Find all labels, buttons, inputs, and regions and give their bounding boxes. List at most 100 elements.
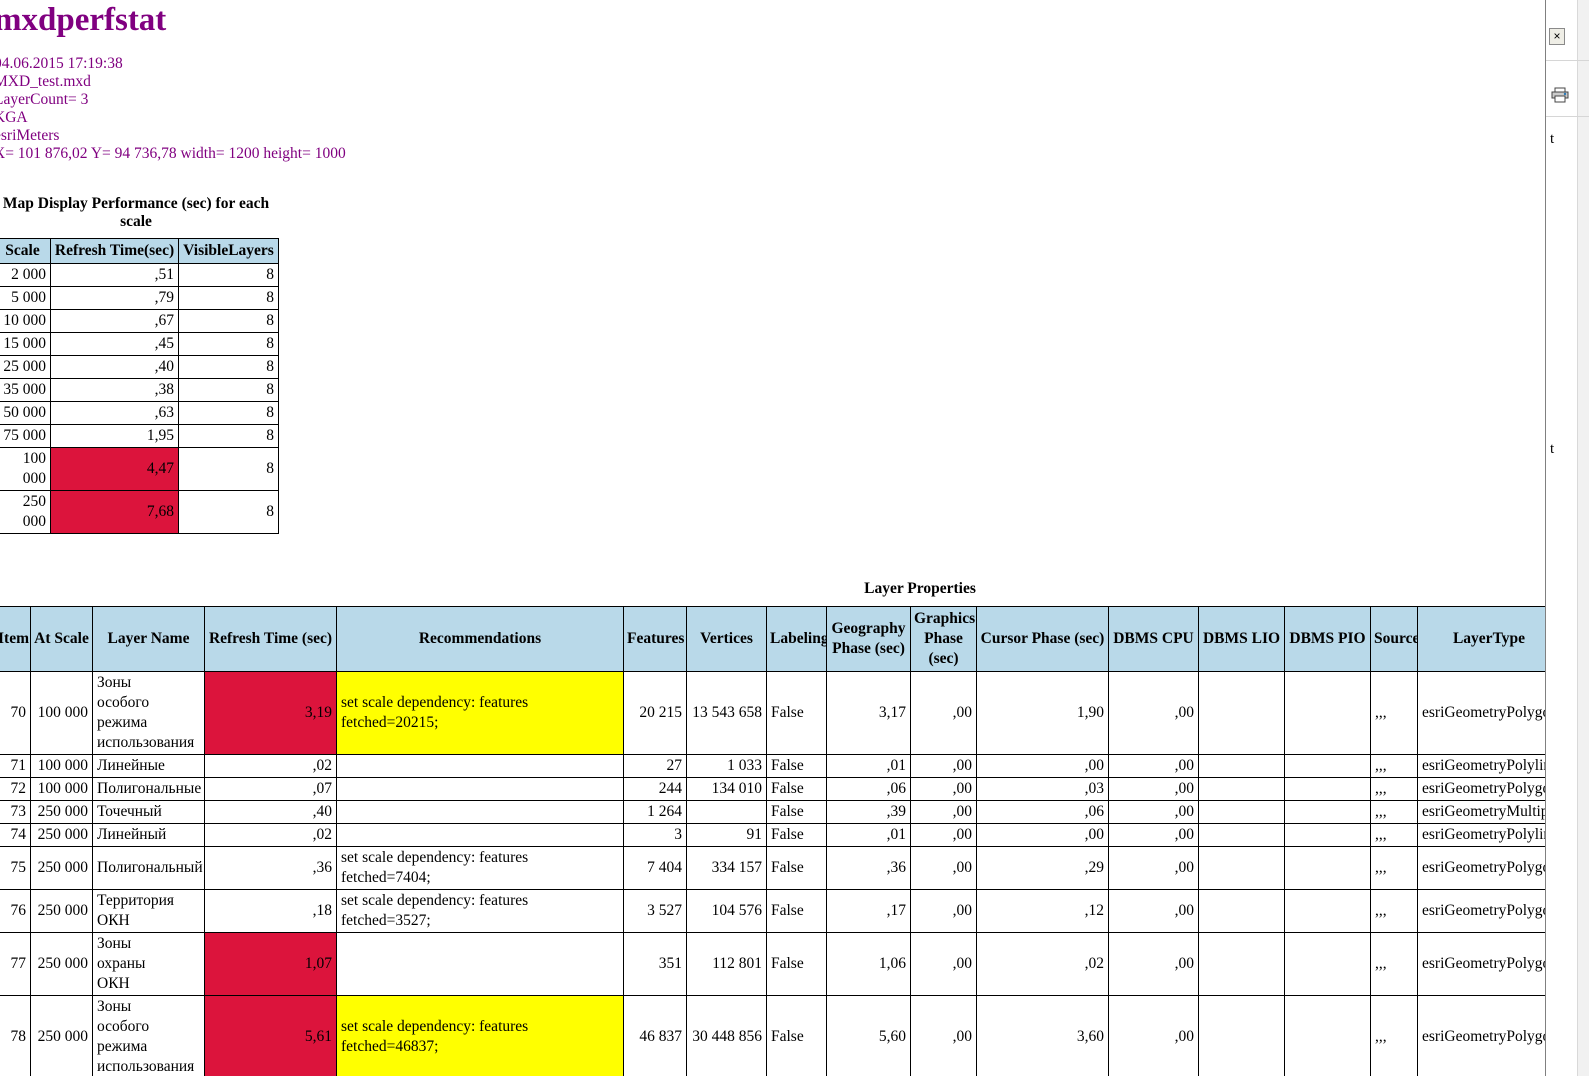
- layer-table-row: 77 250 000 Зоны охраны ОКН 1,07 351 112 …: [0, 933, 1561, 996]
- column-header-graphics-phase: Graphics Phase (sec): [911, 607, 977, 672]
- cell-cursor-phase: ,12: [977, 890, 1109, 933]
- cell-refresh-time: 3,19: [205, 672, 337, 755]
- refresh-time-value: ,45: [51, 333, 179, 356]
- cell-vertices: 112 801: [687, 933, 767, 996]
- scale-table-header-row: Scale Refresh Time(sec) VisibleLayers: [0, 239, 279, 264]
- cell-cursor-phase: 3,60: [977, 996, 1109, 1076]
- cell-layer-type: esriGeometryPolygon: [1418, 996, 1561, 1076]
- layer-table-row: 78 250 000 Зоны особого режима использов…: [0, 996, 1561, 1076]
- cell-at-scale: 100 000: [31, 755, 93, 778]
- scale-table-row: 10 000 ,67 8: [0, 310, 279, 333]
- cell-dbms-cpu: ,00: [1109, 933, 1199, 996]
- cell-at-scale: 250 000: [31, 933, 93, 996]
- refresh-time-value: ,63: [51, 402, 179, 425]
- layer-table-row: 71 100 000 Линейные ,02 27 1 033 False ,…: [0, 755, 1561, 778]
- cell-labeling: False: [767, 824, 827, 847]
- column-header-refresh-time: Refresh Time (sec): [205, 607, 337, 672]
- vertical-scrollbar[interactable]: [1577, 0, 1589, 1076]
- layer-table-row: 75 250 000 Полигональный ,36 set scale d…: [0, 847, 1561, 890]
- column-header-visible-layers: VisibleLayers: [179, 239, 279, 264]
- cell-cursor-phase: ,02: [977, 933, 1109, 996]
- cell-cursor-phase: ,00: [977, 824, 1109, 847]
- cell-vertices: 134 010: [687, 778, 767, 801]
- refresh-time-value: 7,68: [51, 491, 179, 534]
- cell-layer-name: Линейный: [93, 824, 205, 847]
- cell-layer-type: esriGeometryPolygon: [1418, 778, 1561, 801]
- cell-source: ,,,: [1371, 824, 1418, 847]
- cell-item: 78: [0, 996, 31, 1076]
- cell-layer-type: esriGeometryMultipoint: [1418, 801, 1561, 824]
- visible-layers-value: 8: [179, 379, 279, 402]
- column-header-layer-name: Layer Name: [93, 607, 205, 672]
- meta-datetime: 04.06.2015 17:19:38: [0, 55, 1589, 73]
- visible-layers-value: 8: [179, 402, 279, 425]
- cell-labeling: False: [767, 847, 827, 890]
- cell-at-scale: 250 000: [31, 996, 93, 1076]
- column-header-labeling: Labeling: [767, 607, 827, 672]
- cell-dbms-lio: [1199, 996, 1285, 1076]
- cell-features: 3 527: [624, 890, 687, 933]
- cell-graphics-phase: ,00: [911, 672, 977, 755]
- cell-dbms-cpu: ,00: [1109, 996, 1199, 1076]
- column-header-scale: Scale: [0, 239, 51, 264]
- cell-vertices: 104 576: [687, 890, 767, 933]
- printer-icon[interactable]: [1551, 87, 1569, 108]
- visible-layers-value: 8: [179, 333, 279, 356]
- cell-graphics-phase: ,00: [911, 890, 977, 933]
- cell-cursor-phase: ,06: [977, 801, 1109, 824]
- scale-value: 50 000: [0, 402, 51, 425]
- cell-layer-name: Линейные: [93, 755, 205, 778]
- visible-layers-value: 8: [179, 448, 279, 491]
- cell-layer-name: Точечный: [93, 801, 205, 824]
- column-header-item: Item: [0, 607, 31, 672]
- cell-dbms-cpu: ,00: [1109, 824, 1199, 847]
- cell-labeling: False: [767, 778, 827, 801]
- cell-dbms-lio: [1199, 847, 1285, 890]
- cell-graphics-phase: ,00: [911, 996, 977, 1076]
- scale-table-body: 2 000 ,51 8 5 000 ,79 8 10 000 ,67 8 15 …: [0, 264, 279, 534]
- scale-table-row: 5 000 ,79 8: [0, 287, 279, 310]
- cell-dbms-cpu: ,00: [1109, 890, 1199, 933]
- cell-dbms-pio: [1285, 824, 1371, 847]
- cell-at-scale: 250 000: [31, 801, 93, 824]
- cell-dbms-lio: [1199, 778, 1285, 801]
- cell-item: 76: [0, 890, 31, 933]
- scale-value: 100 000: [0, 448, 51, 491]
- cell-recommendation: set scale dependency: features fetched=3…: [337, 890, 624, 933]
- cell-graphics-phase: ,00: [911, 824, 977, 847]
- cell-geography-phase: ,01: [827, 824, 911, 847]
- overlapping-window-sliver: × t t: [1545, 0, 1589, 1076]
- scale-table-row: 50 000 ,63 8: [0, 402, 279, 425]
- column-header-refresh-time: Refresh Time(sec): [51, 239, 179, 264]
- cell-geography-phase: ,17: [827, 890, 911, 933]
- cell-cursor-phase: ,00: [977, 755, 1109, 778]
- cell-graphics-phase: ,00: [911, 778, 977, 801]
- cell-at-scale: 250 000: [31, 847, 93, 890]
- scale-value: 10 000: [0, 310, 51, 333]
- column-header-dbms-lio: DBMS LIO: [1199, 607, 1285, 672]
- cell-dbms-lio: [1199, 890, 1285, 933]
- cell-labeling: False: [767, 890, 827, 933]
- meta-units: esriMeters: [0, 127, 1589, 145]
- cell-at-scale: 100 000: [31, 778, 93, 801]
- refresh-time-value: ,79: [51, 287, 179, 310]
- cell-vertices: 13 543 658: [687, 672, 767, 755]
- cell-layer-type: esriGeometryPolygon: [1418, 672, 1561, 755]
- layer-table-body: 70 100 000 Зоны особого режима использов…: [0, 672, 1561, 1076]
- scale-table-row: 25 000 ,40 8: [0, 356, 279, 379]
- cell-source: ,,,: [1371, 801, 1418, 824]
- meta-layer-count: LayerCount= 3: [0, 91, 1589, 109]
- cell-dbms-lio: [1199, 672, 1285, 755]
- cell-at-scale: 250 000: [31, 824, 93, 847]
- cell-source: ,,,: [1371, 933, 1418, 996]
- refresh-time-value: 4,47: [51, 448, 179, 491]
- scale-performance-section: Map Display Performance (sec) for each s…: [0, 195, 1589, 534]
- column-header-recommendations: Recommendations: [337, 607, 624, 672]
- cell-refresh-time: 5,61: [205, 996, 337, 1076]
- cell-source: ,,,: [1371, 890, 1418, 933]
- refresh-time-value: 1,95: [51, 425, 179, 448]
- cell-layer-type: esriGeometryPolygon: [1418, 847, 1561, 890]
- cell-labeling: False: [767, 933, 827, 996]
- close-icon[interactable]: ×: [1549, 28, 1565, 45]
- page-title: mxdperfstat: [0, 2, 1589, 39]
